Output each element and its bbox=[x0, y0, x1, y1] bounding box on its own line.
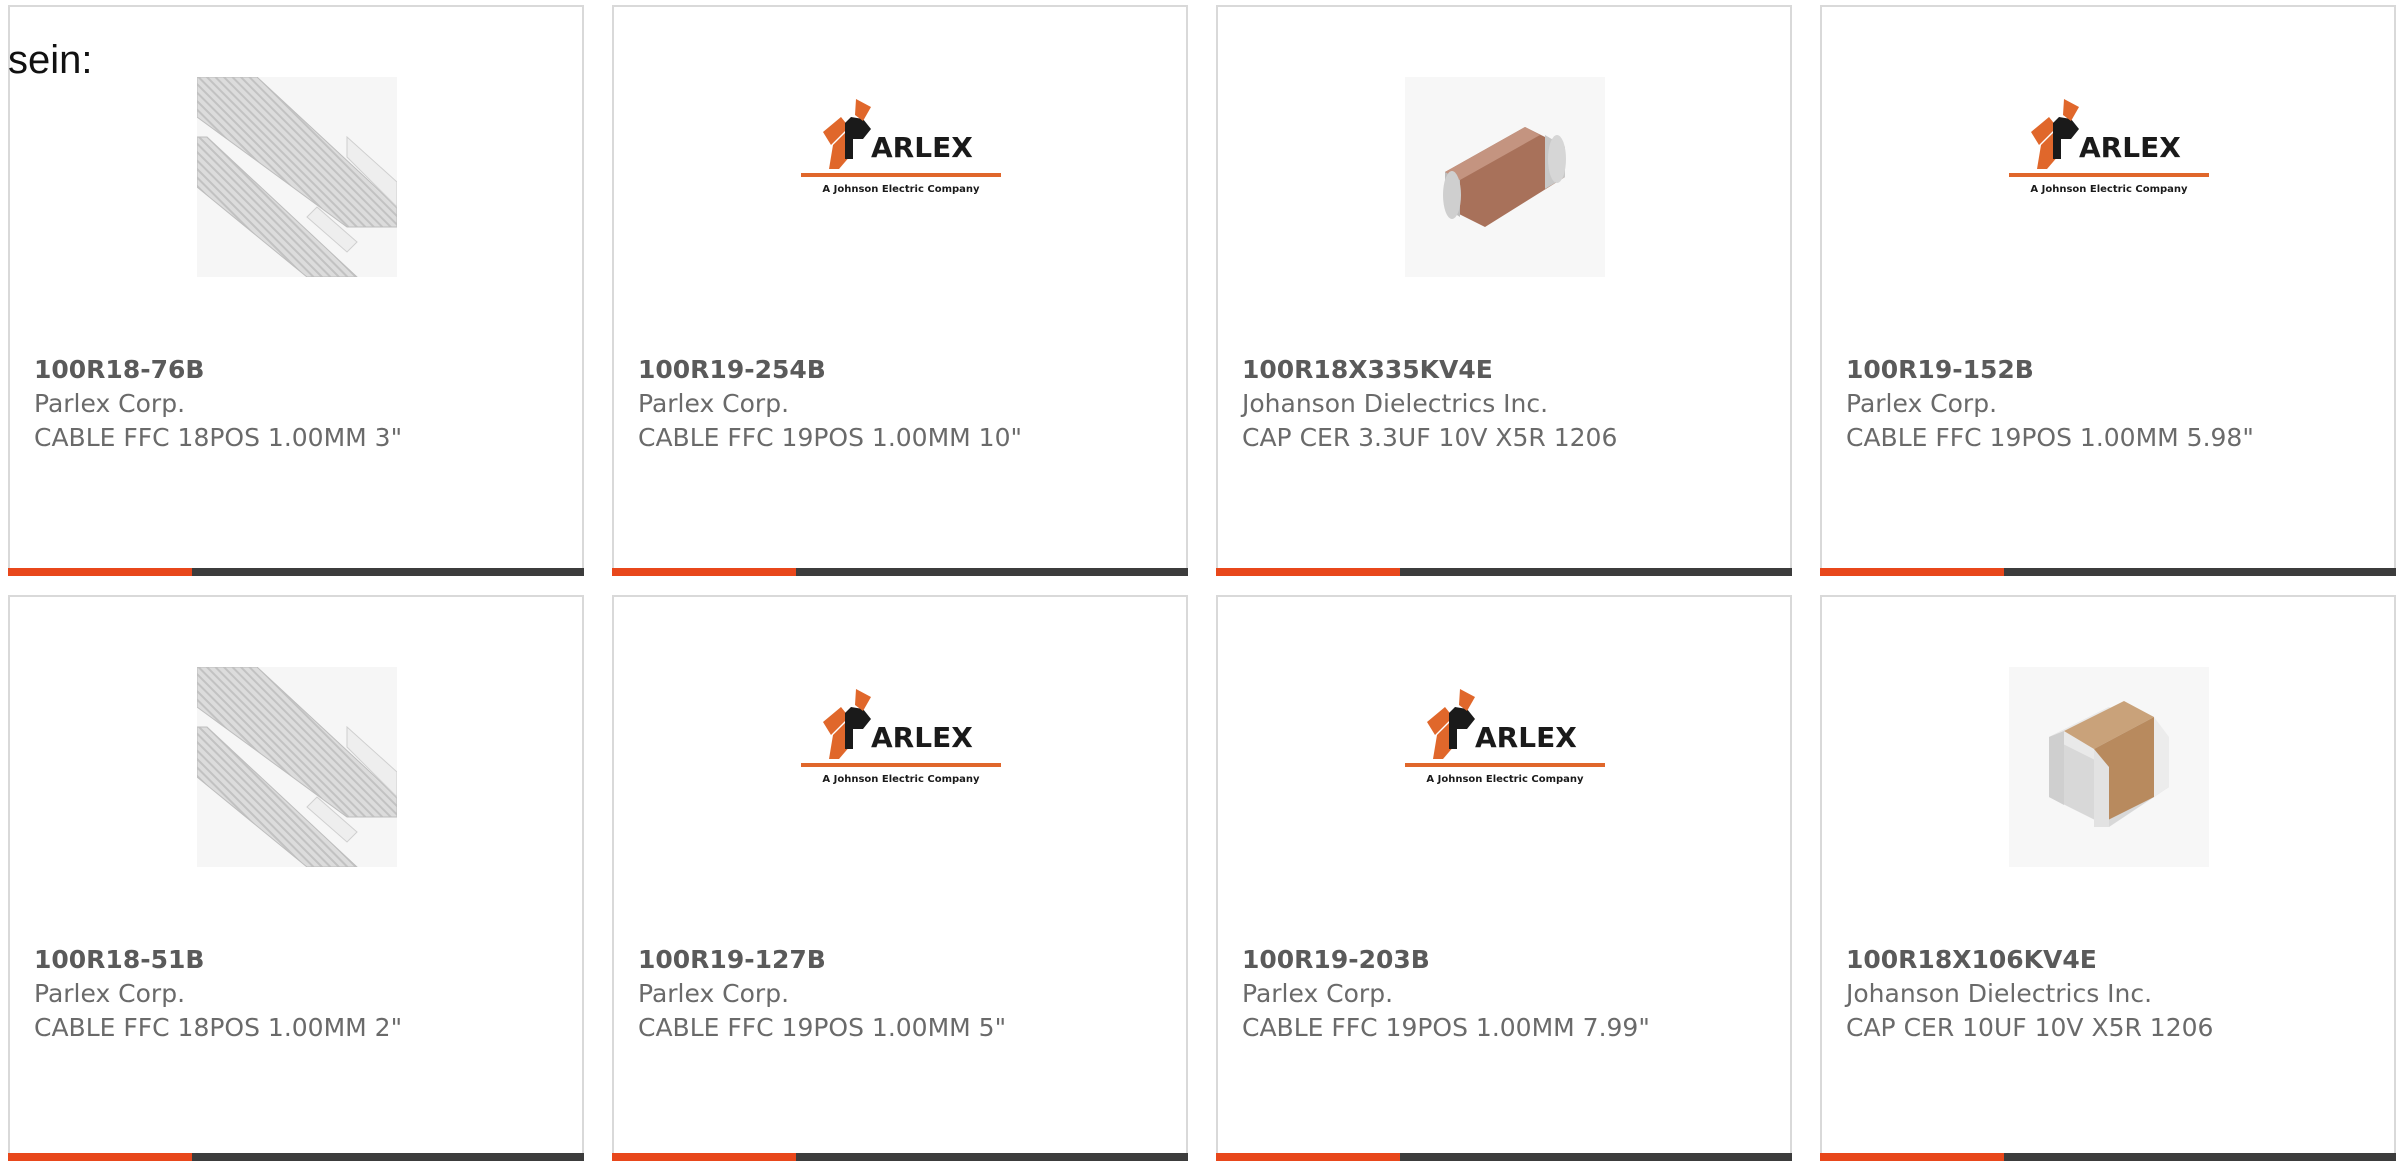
product-description: CAP CER 3.3UF 10V X5R 1206 bbox=[1242, 423, 1618, 452]
product-info: 100R19-254B Parlex Corp. CABLE FFC 19POS… bbox=[638, 353, 1176, 455]
card-accent-bar bbox=[8, 1153, 192, 1161]
ceramic-capacitor-image bbox=[1405, 77, 1605, 277]
manufacturer-name: Johanson Dielectrics Inc. bbox=[1242, 389, 1549, 418]
product-description: CAP CER 10UF 10V X5R 1206 bbox=[1846, 1013, 2214, 1042]
product-card[interactable]: 100R18-51B Parlex Corp. CABLE FFC 18POS … bbox=[8, 595, 584, 1161]
manufacturer-name: Parlex Corp. bbox=[638, 389, 790, 418]
logo-tagline: A Johnson Electric Company bbox=[822, 774, 980, 785]
part-number[interactable]: 100R18-76B bbox=[34, 353, 572, 387]
ffc-cable-image bbox=[197, 77, 397, 277]
card-bottom-bar bbox=[1820, 568, 2396, 576]
product-card[interactable]: ARLEX A Johnson Electric Company 100R19-… bbox=[612, 595, 1188, 1161]
product-card[interactable]: 100R18X335KV4E Johanson Dielectrics Inc.… bbox=[1216, 5, 1792, 576]
product-info: 100R19-203B Parlex Corp. CABLE FFC 19POS… bbox=[1242, 943, 1780, 1045]
intro-text: sein: bbox=[8, 38, 93, 82]
product-description: CABLE FFC 19POS 1.00MM 5" bbox=[638, 1013, 1007, 1042]
manufacturer-name: Johanson Dielectrics Inc. bbox=[1846, 979, 2153, 1008]
product-description: CABLE FFC 18POS 1.00MM 3" bbox=[34, 423, 403, 452]
product-card[interactable]: ARLEX A Johnson Electric Company 100R19-… bbox=[1216, 595, 1792, 1161]
product-card[interactable]: 100R18-76B Parlex Corp. CABLE FFC 18POS … bbox=[8, 5, 584, 576]
product-card[interactable]: ARLEX A Johnson Electric Company 100R19-… bbox=[612, 5, 1188, 576]
part-number[interactable]: 100R19-203B bbox=[1242, 943, 1780, 977]
parlex-logo: ARLEX A Johnson Electric Company bbox=[801, 77, 1001, 277]
logo-text: ARLEX bbox=[871, 131, 973, 164]
card-bottom-bar bbox=[1216, 568, 1792, 576]
part-number[interactable]: 100R19-254B bbox=[638, 353, 1176, 387]
logo-tagline: A Johnson Electric Company bbox=[2030, 184, 2188, 195]
manufacturer-name: Parlex Corp. bbox=[34, 979, 186, 1008]
product-info: 100R19-152B Parlex Corp. CABLE FFC 19POS… bbox=[1846, 353, 2384, 455]
product-card[interactable]: 100R18X106KV4E Johanson Dielectrics Inc.… bbox=[1820, 595, 2396, 1161]
manufacturer-name: Parlex Corp. bbox=[1242, 979, 1394, 1008]
logo-text: ARLEX bbox=[871, 721, 973, 754]
parlex-logo: ARLEX A Johnson Electric Company bbox=[801, 667, 1001, 867]
card-bottom-bar bbox=[8, 568, 584, 576]
card-accent-bar bbox=[612, 1153, 796, 1161]
card-bottom-bar bbox=[1216, 1153, 1792, 1161]
logo-tagline: A Johnson Electric Company bbox=[1426, 774, 1584, 785]
part-number[interactable]: 100R18X106KV4E bbox=[1846, 943, 2384, 977]
logo-text: ARLEX bbox=[1475, 721, 1577, 754]
product-description: CABLE FFC 19POS 1.00MM 5.98" bbox=[1846, 423, 2254, 452]
product-info: 100R19-127B Parlex Corp. CABLE FFC 19POS… bbox=[638, 943, 1176, 1045]
card-bottom-bar bbox=[612, 1153, 1188, 1161]
product-card[interactable]: ARLEX A Johnson Electric Company 100R19-… bbox=[1820, 5, 2396, 576]
chip-capacitor-image bbox=[2009, 667, 2209, 867]
product-grid: 100R18-76B Parlex Corp. CABLE FFC 18POS … bbox=[0, 0, 2400, 1161]
logo-tagline: A Johnson Electric Company bbox=[822, 184, 980, 195]
card-bottom-bar bbox=[8, 1153, 584, 1161]
manufacturer-name: Parlex Corp. bbox=[34, 389, 186, 418]
card-accent-bar bbox=[1216, 1153, 1400, 1161]
card-accent-bar bbox=[1820, 1153, 2004, 1161]
card-accent-bar bbox=[1216, 568, 1400, 576]
part-number[interactable]: 100R18-51B bbox=[34, 943, 572, 977]
product-info: 100R18-51B Parlex Corp. CABLE FFC 18POS … bbox=[34, 943, 572, 1045]
parlex-logo: ARLEX A Johnson Electric Company bbox=[2009, 77, 2209, 277]
card-accent-bar bbox=[1820, 568, 2004, 576]
ffc-cable-image bbox=[197, 667, 397, 867]
logo-text: ARLEX bbox=[2079, 131, 2181, 164]
part-number[interactable]: 100R19-152B bbox=[1846, 353, 2384, 387]
parlex-logo: ARLEX A Johnson Electric Company bbox=[1405, 667, 1605, 867]
product-info: 100R18X335KV4E Johanson Dielectrics Inc.… bbox=[1242, 353, 1780, 455]
part-number[interactable]: 100R19-127B bbox=[638, 943, 1176, 977]
part-number[interactable]: 100R18X335KV4E bbox=[1242, 353, 1780, 387]
product-info: 100R18X106KV4E Johanson Dielectrics Inc.… bbox=[1846, 943, 2384, 1045]
product-description: CABLE FFC 18POS 1.00MM 2" bbox=[34, 1013, 403, 1042]
manufacturer-name: Parlex Corp. bbox=[638, 979, 790, 1008]
product-description: CABLE FFC 19POS 1.00MM 10" bbox=[638, 423, 1022, 452]
card-accent-bar bbox=[8, 568, 192, 576]
card-bottom-bar bbox=[612, 568, 1188, 576]
card-bottom-bar bbox=[1820, 1153, 2396, 1161]
product-info: 100R18-76B Parlex Corp. CABLE FFC 18POS … bbox=[34, 353, 572, 455]
card-accent-bar bbox=[612, 568, 796, 576]
product-description: CABLE FFC 19POS 1.00MM 7.99" bbox=[1242, 1013, 1650, 1042]
manufacturer-name: Parlex Corp. bbox=[1846, 389, 1998, 418]
